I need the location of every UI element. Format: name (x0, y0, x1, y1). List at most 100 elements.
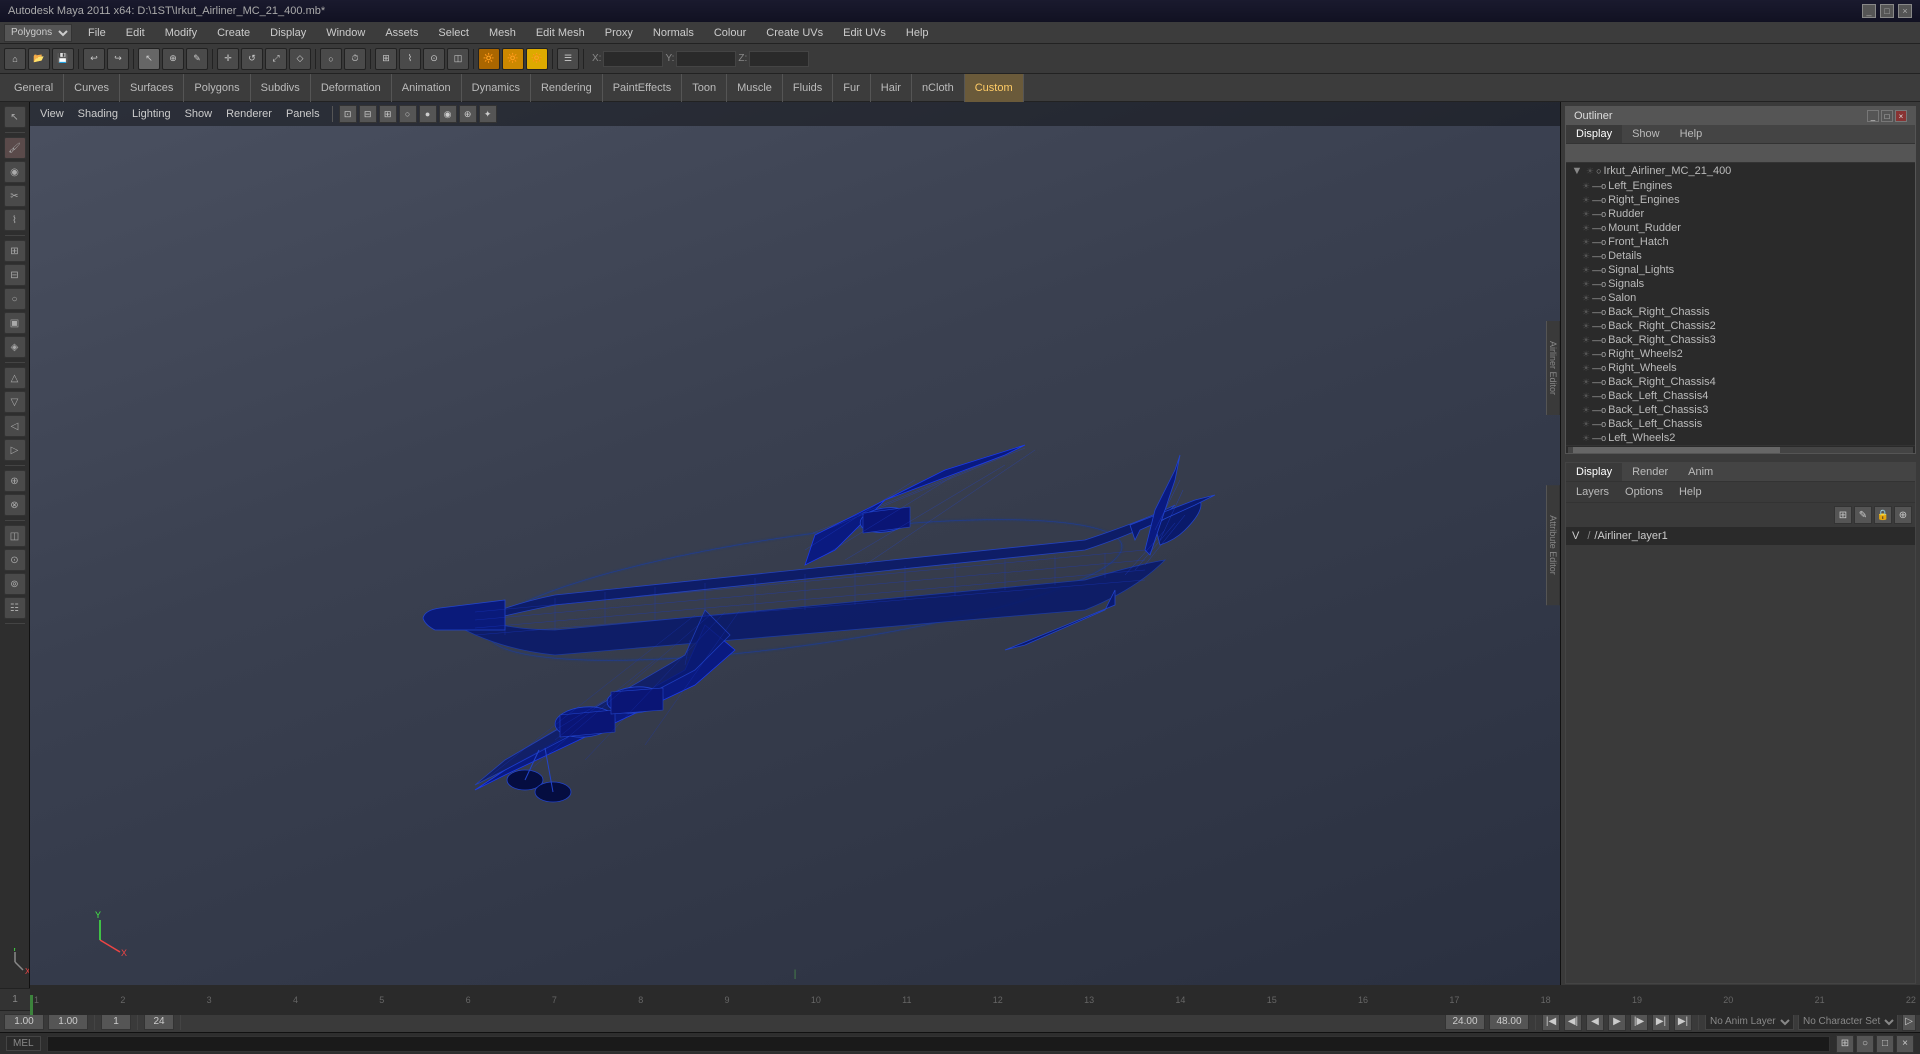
layer-btn4[interactable]: ⊕ (1894, 506, 1912, 524)
playhead[interactable] (30, 995, 33, 1015)
menu-colour[interactable]: Colour (710, 25, 750, 41)
outliner-close[interactable]: × (1895, 110, 1907, 122)
outliner-tab-display[interactable]: Display (1566, 125, 1622, 143)
pb-play-fwd[interactable]: ▶ (1608, 1013, 1626, 1031)
lt-tool8[interactable]: △ (4, 367, 26, 389)
outliner-tab-show[interactable]: Show (1622, 125, 1670, 143)
lt-tool12[interactable]: ⊕ (4, 470, 26, 492)
menu-proxy[interactable]: Proxy (601, 25, 637, 41)
tab-custom[interactable]: Custom (965, 74, 1024, 102)
layer-tab-anim[interactable]: Anim (1678, 463, 1723, 481)
menu-mesh[interactable]: Mesh (485, 25, 520, 41)
tab-fluids[interactable]: Fluids (783, 74, 833, 102)
list-item[interactable]: ☀ —o Back_Left_Chassis (1566, 417, 1915, 431)
pb-next-key[interactable]: ▶| (1652, 1013, 1670, 1031)
minimize-btn[interactable]: _ (1862, 4, 1876, 18)
list-item[interactable]: ☀ —o Signal_Lights (1566, 263, 1915, 277)
anim-layer-select[interactable]: No Anim Layer (1705, 1014, 1794, 1030)
tab-dynamics[interactable]: Dynamics (462, 74, 531, 102)
lt-tool16[interactable]: ⊚ (4, 573, 26, 595)
vt-btn1[interactable]: ⊡ (339, 105, 357, 123)
tb-select[interactable]: ↖ (138, 48, 160, 70)
vt-show[interactable]: Show (179, 108, 219, 120)
tb-lasso[interactable]: ⊕ (162, 48, 184, 70)
tab-surfaces[interactable]: Surfaces (120, 74, 184, 102)
list-item[interactable]: ☀ —o Salon (1566, 291, 1915, 305)
vt-view[interactable]: View (34, 108, 70, 120)
tb-redo[interactable]: ↪ (107, 48, 129, 70)
pb-step-back[interactable]: ◀| (1564, 1013, 1582, 1031)
pb-range-start[interactable] (1445, 1014, 1485, 1030)
list-item[interactable]: ☀ —o Details (1566, 249, 1915, 263)
pb-play-back[interactable]: ◀ (1586, 1013, 1604, 1031)
y-input[interactable] (676, 51, 736, 67)
vt-btn7[interactable]: ⊕ (459, 105, 477, 123)
tab-polygons[interactable]: Polygons (184, 74, 250, 102)
tab-curves[interactable]: Curves (64, 74, 120, 102)
lt-tool4[interactable]: ⊟ (4, 264, 26, 286)
br-btn1[interactable]: ⊞ (1836, 1035, 1854, 1053)
pb-start-frame[interactable] (4, 1014, 44, 1030)
vt-btn2[interactable]: ⊟ (359, 105, 377, 123)
layer-row[interactable]: V / /Airliner_layer1 (1566, 527, 1915, 545)
menu-file[interactable]: File (84, 25, 110, 41)
tb-save[interactable]: 💾 (52, 48, 74, 70)
menu-normals[interactable]: Normals (649, 25, 698, 41)
tab-muscle[interactable]: Muscle (727, 74, 783, 102)
layer-sub-layers[interactable]: Layers (1568, 484, 1617, 500)
timeline[interactable]: 1 1 2 3 4 5 6 7 8 9 10 11 12 13 14 15 16… (0, 988, 1920, 1010)
close-btn[interactable]: × (1898, 4, 1912, 18)
list-item[interactable]: ☀ —o Back_Right_Chassis3 (1566, 333, 1915, 347)
window-controls[interactable]: _ □ × (1862, 4, 1912, 18)
layer-sub-options[interactable]: Options (1617, 484, 1671, 500)
tb-last[interactable]: ◇ (289, 48, 311, 70)
layer-tab-render[interactable]: Render (1622, 463, 1678, 481)
attribute-editor-tab[interactable]: Attribute Editor (1546, 485, 1560, 605)
menu-help[interactable]: Help (902, 25, 933, 41)
layer-tab-display[interactable]: Display (1566, 463, 1622, 481)
pb-end-frame[interactable] (144, 1014, 174, 1030)
lt-tool11[interactable]: ▷ (4, 439, 26, 461)
tb-snap-view[interactable]: ◫ (447, 48, 469, 70)
lt-tool6[interactable]: ▣ (4, 312, 26, 334)
z-input[interactable] (749, 51, 809, 67)
lt-tool17[interactable]: ☷ (4, 597, 26, 619)
menu-create[interactable]: Create (213, 25, 254, 41)
lt-tool7[interactable]: ◈ (4, 336, 26, 358)
list-item[interactable]: ▼ ☀ ○ Irkut_Airliner_MC_21_400 (1566, 163, 1915, 179)
tab-deformation[interactable]: Deformation (311, 74, 392, 102)
lt-paint-tool[interactable]: 🖌 (4, 137, 26, 159)
x-input[interactable] (603, 51, 663, 67)
menu-select[interactable]: Select (434, 25, 473, 41)
vt-shading[interactable]: Shading (72, 108, 124, 120)
br-btn2[interactable]: ○ (1856, 1035, 1874, 1053)
pb-step-fwd[interactable]: |▶ (1630, 1013, 1648, 1031)
vt-renderer[interactable]: Renderer (220, 108, 278, 120)
lt-cut-tool[interactable]: ✂ (4, 185, 26, 207)
menu-modify[interactable]: Modify (161, 25, 201, 41)
tab-subdivs[interactable]: Subdivs (251, 74, 311, 102)
list-item[interactable]: ☀ —o Back_Right_Chassis4 (1566, 375, 1915, 389)
lt-bridge-tool[interactable]: ⌇ (4, 209, 26, 231)
list-item[interactable]: ☀ —o Right_Engines (1566, 193, 1915, 207)
tb-manip[interactable]: ☰ (557, 48, 579, 70)
tb-snap-curve[interactable]: ⌇ (399, 48, 421, 70)
layout-selector[interactable]: Polygons (4, 24, 72, 42)
tab-ncloth[interactable]: nCloth (912, 74, 965, 102)
tb-history[interactable]: ⏱ (344, 48, 366, 70)
vt-btn8[interactable]: ✦ (479, 105, 497, 123)
layer-btn3[interactable]: 🔒 (1874, 506, 1892, 524)
menu-edit[interactable]: Edit (122, 25, 149, 41)
tb-render3[interactable]: 🔆 (526, 48, 548, 70)
menu-assets[interactable]: Assets (381, 25, 422, 41)
viewport[interactable]: View Shading Lighting Show Renderer Pane… (30, 102, 1560, 988)
pb-go-end[interactable]: ▶| (1674, 1013, 1692, 1031)
outliner-maximize[interactable]: □ (1881, 110, 1893, 122)
pb-go-start[interactable]: |◀ (1542, 1013, 1560, 1031)
lt-tool10[interactable]: ◁ (4, 415, 26, 437)
tb-render1[interactable]: 🔆 (478, 48, 500, 70)
list-item[interactable]: ☀ —o Left_Wheels2 (1566, 431, 1915, 445)
br-btn4[interactable]: × (1896, 1035, 1914, 1053)
tb-snap-point[interactable]: ⊙ (423, 48, 445, 70)
br-btn3[interactable]: □ (1876, 1035, 1894, 1053)
